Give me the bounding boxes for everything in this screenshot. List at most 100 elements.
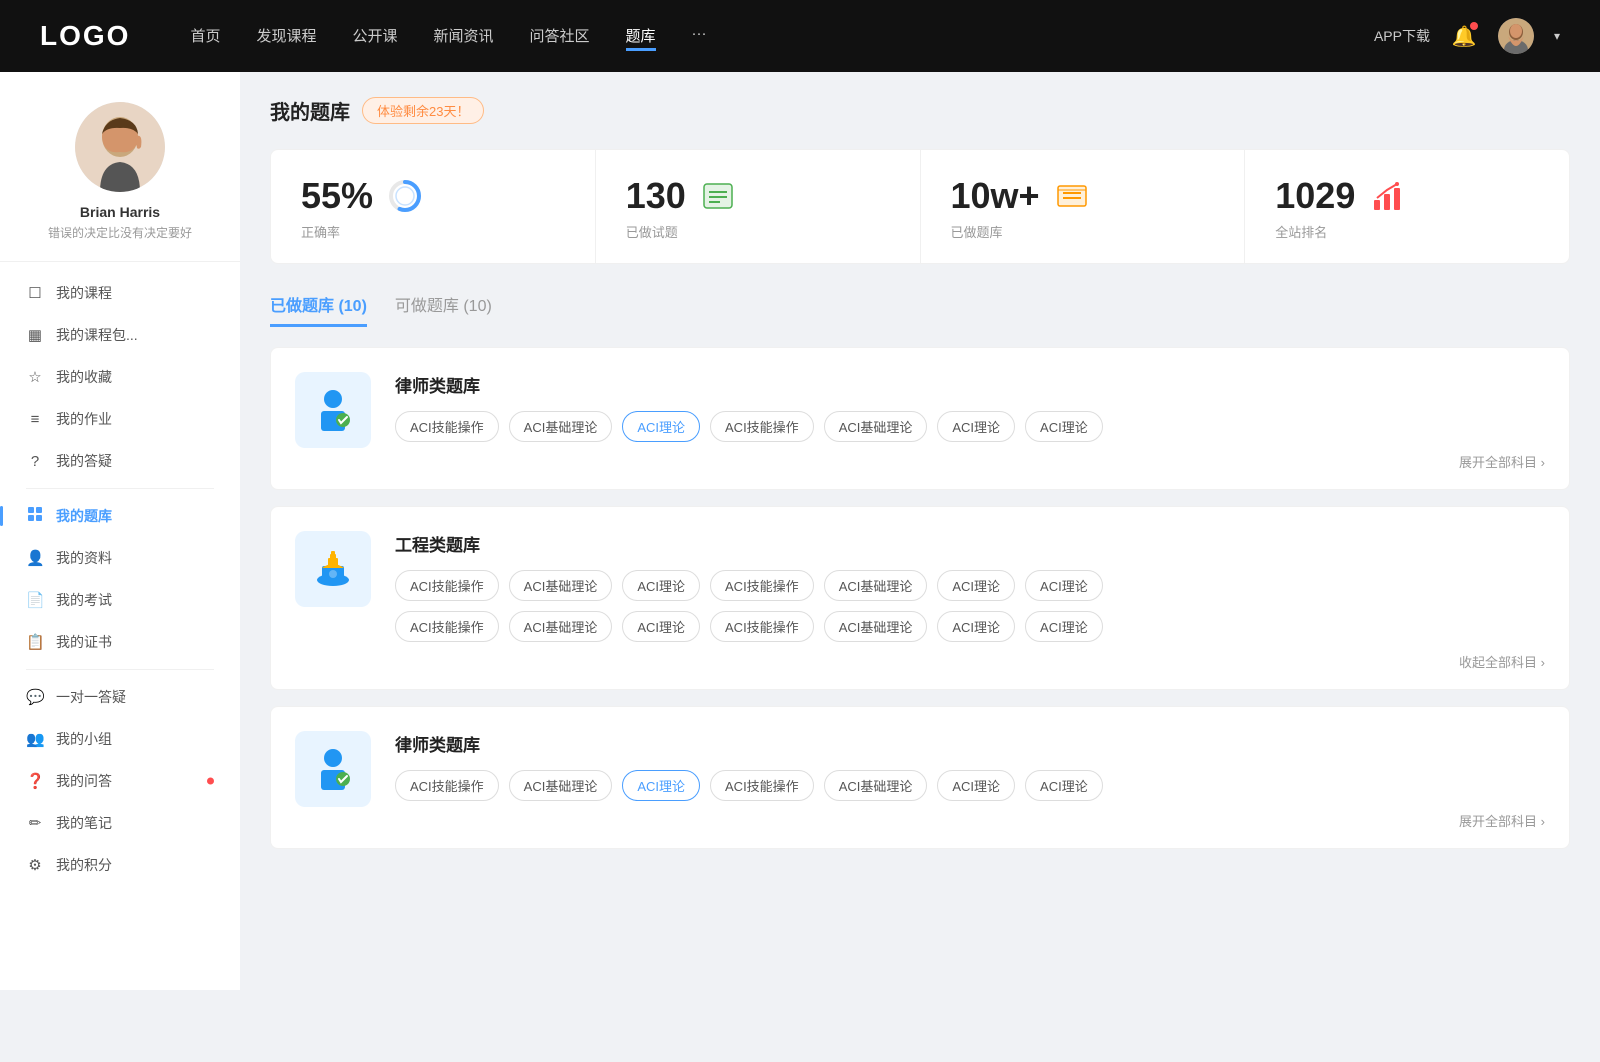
tag-e1-1[interactable]: ACI基础理论 bbox=[509, 570, 613, 601]
tag-l2-2[interactable]: ACI理论 bbox=[622, 770, 700, 801]
tag-l1-5[interactable]: ACI理论 bbox=[937, 411, 1015, 442]
notes-icon: ✏ bbox=[26, 814, 44, 832]
favorites-label: 我的收藏 bbox=[56, 367, 112, 387]
nav-questions[interactable]: 题库 bbox=[626, 21, 656, 51]
tag-l2-1[interactable]: ACI基础理论 bbox=[509, 770, 613, 801]
course-package-icon: ▦ bbox=[26, 326, 44, 344]
homework-label: 我的作业 bbox=[56, 409, 112, 429]
qbank-title-engineer: 工程类题库 bbox=[395, 531, 1545, 556]
qbank-icon-engineer bbox=[295, 531, 371, 607]
groups-label: 我的小组 bbox=[56, 729, 112, 749]
stat-done-value: 130 bbox=[626, 178, 686, 214]
sidebar-item-courses[interactable]: ☐ 我的课程 bbox=[10, 272, 230, 314]
tab-available[interactable]: 可做题库 (10) bbox=[395, 292, 492, 327]
tag-l1-2[interactable]: ACI理论 bbox=[622, 411, 700, 442]
questions-badge bbox=[207, 778, 214, 785]
nav-home[interactable]: 首页 bbox=[190, 21, 220, 51]
sidebar-item-certificates[interactable]: 📋 我的证书 bbox=[10, 621, 230, 663]
stat-ranking-label: 全站排名 bbox=[1275, 222, 1539, 241]
page-header: 我的题库 体验剩余23天！ bbox=[270, 96, 1570, 125]
profile-avatar bbox=[75, 102, 165, 192]
nav-qa[interactable]: 问答社区 bbox=[530, 21, 590, 51]
navbar: LOGO 首页 发现课程 公开课 新闻资讯 问答社区 题库 ··· APP下载 … bbox=[0, 0, 1600, 72]
my-qa-label: 我的答疑 bbox=[56, 451, 112, 471]
navbar-right: APP下载 🔔 ▾ bbox=[1374, 18, 1560, 54]
sidebar-item-profile[interactable]: 👤 我的资料 bbox=[10, 537, 230, 579]
sidebar-item-qbank[interactable]: 我的题库 bbox=[10, 495, 230, 537]
sidebar-divider-1 bbox=[26, 488, 214, 489]
user-menu-chevron[interactable]: ▾ bbox=[1554, 29, 1560, 43]
courses-label: 我的课程 bbox=[56, 283, 112, 303]
tag-l2-4[interactable]: ACI基础理论 bbox=[824, 770, 928, 801]
tag-e2-4[interactable]: ACI基础理论 bbox=[824, 611, 928, 642]
tag-l1-4[interactable]: ACI基础理论 bbox=[824, 411, 928, 442]
sidebar-item-course-package[interactable]: ▦ 我的课程包... bbox=[10, 314, 230, 356]
tag-l1-0[interactable]: ACI技能操作 bbox=[395, 411, 499, 442]
qbank-tags-lawyer-2: ACI技能操作 ACI基础理论 ACI理论 ACI技能操作 ACI基础理论 AC… bbox=[395, 770, 1545, 801]
expand-lawyer-2[interactable]: 展开全部科目 › bbox=[395, 811, 1545, 830]
nav-news[interactable]: 新闻资讯 bbox=[434, 21, 494, 51]
sidebar-item-notes[interactable]: ✏ 我的笔记 bbox=[10, 802, 230, 844]
tag-e1-6[interactable]: ACI理论 bbox=[1025, 570, 1103, 601]
notes-label: 我的笔记 bbox=[56, 813, 112, 833]
stat-accuracy-top: 55% bbox=[301, 178, 565, 214]
nav-more[interactable]: ··· bbox=[692, 21, 707, 51]
tag-e2-2[interactable]: ACI理论 bbox=[622, 611, 700, 642]
sidebar-item-my-qa[interactable]: ? 我的答疑 bbox=[10, 440, 230, 482]
qbank-icon bbox=[26, 506, 44, 526]
sidebar-item-questions[interactable]: ❓ 我的问答 bbox=[10, 760, 230, 802]
sidebar-item-points[interactable]: ⚙ 我的积分 bbox=[10, 844, 230, 886]
tag-e2-5[interactable]: ACI理论 bbox=[937, 611, 1015, 642]
tag-l2-5[interactable]: ACI理论 bbox=[937, 770, 1015, 801]
logo[interactable]: LOGO bbox=[40, 20, 130, 52]
app-download-link[interactable]: APP下载 bbox=[1374, 26, 1430, 46]
sidebar-item-favorites[interactable]: ☆ 我的收藏 bbox=[10, 356, 230, 398]
tag-e2-0[interactable]: ACI技能操作 bbox=[395, 611, 499, 642]
tag-e2-6[interactable]: ACI理论 bbox=[1025, 611, 1103, 642]
sidebar-item-homework[interactable]: ≡ 我的作业 bbox=[10, 398, 230, 440]
tag-e1-5[interactable]: ACI理论 bbox=[937, 570, 1015, 601]
questions-label: 我的问答 bbox=[56, 771, 112, 791]
qbank-tags-engineer-row2: ACI技能操作 ACI基础理论 ACI理论 ACI技能操作 ACI基础理论 AC… bbox=[395, 611, 1545, 642]
qbank-card-engineer: 工程类题库 ACI技能操作 ACI基础理论 ACI理论 ACI技能操作 ACI基… bbox=[270, 506, 1570, 690]
tag-e2-3[interactable]: ACI技能操作 bbox=[710, 611, 814, 642]
qbank-tags-lawyer-1: ACI技能操作 ACI基础理论 ACI理论 ACI技能操作 ACI基础理论 AC… bbox=[395, 411, 1545, 442]
profile-name: Brian Harris bbox=[80, 204, 160, 220]
nav-discover[interactable]: 发现课程 bbox=[256, 21, 316, 51]
tag-l1-3[interactable]: ACI技能操作 bbox=[710, 411, 814, 442]
sidebar-item-exams[interactable]: 📄 我的考试 bbox=[10, 579, 230, 621]
notification-bell[interactable]: 🔔 bbox=[1450, 22, 1478, 50]
sidebar-item-groups[interactable]: 👥 我的小组 bbox=[10, 718, 230, 760]
stat-done-label: 已做试题 bbox=[626, 222, 890, 241]
tag-e1-4[interactable]: ACI基础理论 bbox=[824, 570, 928, 601]
tag-e1-3[interactable]: ACI技能操作 bbox=[710, 570, 814, 601]
stat-done-icon bbox=[700, 178, 736, 214]
tag-l2-3[interactable]: ACI技能操作 bbox=[710, 770, 814, 801]
user-avatar[interactable] bbox=[1498, 18, 1534, 54]
favorites-icon: ☆ bbox=[26, 368, 44, 386]
qbank-label: 我的题库 bbox=[56, 506, 112, 526]
nav-opencourse[interactable]: 公开课 bbox=[352, 21, 397, 51]
stat-ranking-icon bbox=[1369, 178, 1405, 214]
tag-l1-6[interactable]: ACI理论 bbox=[1025, 411, 1103, 442]
qbank-icon-lawyer-2 bbox=[295, 731, 371, 807]
homework-icon: ≡ bbox=[26, 411, 44, 428]
tab-done[interactable]: 已做题库 (10) bbox=[270, 292, 367, 327]
tag-e2-1[interactable]: ACI基础理论 bbox=[509, 611, 613, 642]
courses-icon: ☐ bbox=[26, 284, 44, 302]
sidebar-item-1on1[interactable]: 💬 一对一答疑 bbox=[10, 676, 230, 718]
tag-e1-2[interactable]: ACI理论 bbox=[622, 570, 700, 601]
tag-l1-1[interactable]: ACI基础理论 bbox=[509, 411, 613, 442]
expand-lawyer-1[interactable]: 展开全部科目 › bbox=[395, 452, 1545, 471]
1on1-label: 一对一答疑 bbox=[56, 687, 126, 707]
tag-e1-0[interactable]: ACI技能操作 bbox=[395, 570, 499, 601]
page-title: 我的题库 bbox=[270, 96, 350, 125]
stat-done-top: 130 bbox=[626, 178, 890, 214]
stat-accuracy: 55% 正确率 bbox=[271, 150, 596, 263]
tag-l2-6[interactable]: ACI理论 bbox=[1025, 770, 1103, 801]
qbank-title-lawyer-2: 律师类题库 bbox=[395, 731, 1545, 756]
stat-ranking-top: 1029 bbox=[1275, 178, 1539, 214]
collapse-engineer[interactable]: 收起全部科目 › bbox=[395, 652, 1545, 671]
tag-l2-0[interactable]: ACI技能操作 bbox=[395, 770, 499, 801]
main-content: 我的题库 体验剩余23天！ 55% 正确率 bbox=[240, 72, 1600, 990]
